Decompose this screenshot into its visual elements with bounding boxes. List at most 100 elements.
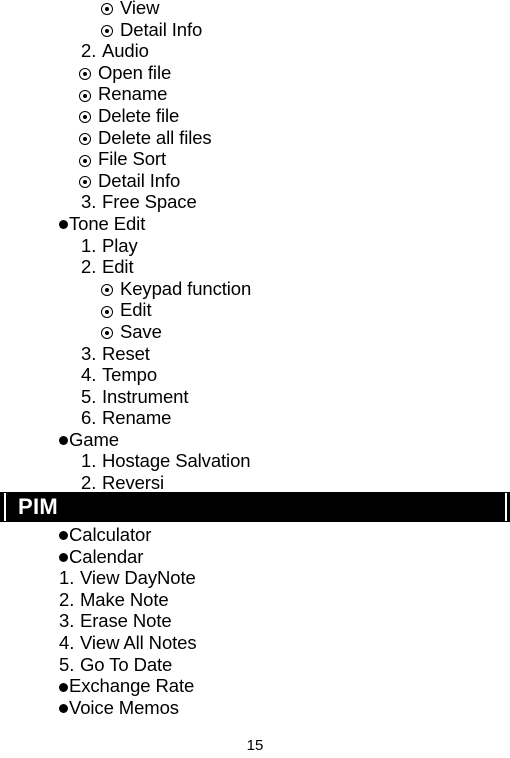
circled-dot-icon <box>101 305 113 318</box>
menu-list-upper: View Detail Info 2. Audio Open file Rename Del… <box>0 0 510 494</box>
menu-item-label: Audio <box>102 40 149 62</box>
menu-item-label: Edit <box>120 299 152 321</box>
menu-list-pim: Calculator Calendar 1. View DayNote 2. Make N… <box>0 524 510 718</box>
menu-item-label: Delete file <box>98 104 180 126</box>
circled-dot-icon <box>101 25 113 38</box>
menu-item-label: Voice Memos <box>69 696 179 718</box>
menu-item: 5. Instrument <box>0 386 510 408</box>
menu-item-label: Tempo <box>102 364 158 386</box>
menu-item: 2. Edit <box>0 256 510 278</box>
menu-item-number: 5. <box>59 653 75 675</box>
menu-item: Open file <box>0 62 510 84</box>
menu-item-label: Exchange Rate <box>69 675 195 697</box>
menu-item-label: View DayNote <box>80 567 196 589</box>
menu-item-number: 1. <box>81 450 97 472</box>
menu-item-label: Reset <box>102 342 150 364</box>
menu-item: 1. Hostage Salvation <box>0 450 510 472</box>
menu-item: 4. Tempo <box>0 364 510 386</box>
circled-dot-icon <box>101 327 113 340</box>
menu-item: 3. Erase Note <box>0 610 510 632</box>
menu-item-label: Rename <box>98 83 168 105</box>
menu-item-number: 3. <box>81 342 97 364</box>
menu-item: Delete all files <box>0 127 510 149</box>
menu-item-label: Calendar <box>69 545 144 567</box>
menu-item: 5. Go To Date <box>0 654 510 676</box>
menu-item-label: Game <box>69 428 119 450</box>
menu-item-label: Open file <box>98 61 172 83</box>
menu-item-number: 2. <box>81 256 97 278</box>
menu-item-label: View All Notes <box>80 631 197 653</box>
menu-item-label: Edit <box>102 256 134 278</box>
menu-item: Game <box>0 429 510 451</box>
menu-item: Rename <box>0 83 510 105</box>
menu-item: File Sort <box>0 148 510 170</box>
circled-dot-icon <box>79 111 91 124</box>
menu-item-label: View <box>120 0 160 18</box>
section-header-pim: PIM <box>0 492 510 522</box>
manual-page: View Detail Info 2. Audio Open file Rename Del… <box>0 0 510 758</box>
circled-dot-icon <box>79 68 91 81</box>
menu-item: Voice Memos <box>0 697 510 719</box>
menu-item-number: 1. <box>59 567 75 589</box>
menu-item: 2. Audio <box>0 40 510 62</box>
menu-item: Edit <box>0 299 510 321</box>
filled-disc-icon <box>59 553 68 563</box>
menu-item: Delete file <box>0 105 510 127</box>
section-bar-left-accent <box>4 493 6 521</box>
menu-item-label: Make Note <box>80 588 169 610</box>
menu-item-label: Tone Edit <box>69 212 146 234</box>
menu-item: Keypad function <box>0 278 510 300</box>
section-bar-right-accent <box>505 493 507 521</box>
menu-item-number: 6. <box>81 407 97 429</box>
menu-item-label: Detail Info <box>120 18 203 40</box>
menu-item: Detail Info <box>0 170 510 192</box>
menu-item-label: Free Space <box>102 191 197 213</box>
menu-item-label: Erase Note <box>80 610 172 632</box>
menu-item: 3. Free Space <box>0 191 510 213</box>
menu-item-label: Keypad function <box>120 277 252 299</box>
menu-item: Calendar <box>0 546 510 568</box>
menu-item: 6. Rename <box>0 407 510 429</box>
menu-item-number: 5. <box>81 385 97 407</box>
filled-disc-icon <box>59 436 68 446</box>
menu-item-label: Save <box>120 320 162 342</box>
circled-dot-icon <box>101 284 113 297</box>
circled-dot-icon <box>79 154 91 167</box>
filled-disc-icon <box>59 704 68 714</box>
menu-item-number: 1. <box>81 234 97 256</box>
filled-disc-icon <box>59 220 68 230</box>
menu-item-label: Hostage Salvation <box>102 450 251 472</box>
circled-dot-icon <box>79 133 91 146</box>
menu-item-label: Calculator <box>69 524 152 545</box>
menu-item-label: Play <box>102 234 138 256</box>
menu-item: Save <box>0 321 510 343</box>
menu-item: 2. Make Note <box>0 589 510 611</box>
menu-item-number: 3. <box>59 610 75 632</box>
menu-item-number: 3. <box>81 191 97 213</box>
menu-item-number: 2. <box>81 472 97 494</box>
menu-item: 1. View DayNote <box>0 567 510 589</box>
circled-dot-icon <box>101 3 113 16</box>
menu-item-label: Rename <box>102 407 172 429</box>
filled-disc-icon <box>59 531 68 541</box>
menu-item: 1. Play <box>0 235 510 257</box>
section-title: PIM <box>18 494 59 519</box>
circled-dot-icon <box>79 176 91 189</box>
menu-item: Exchange Rate <box>0 675 510 697</box>
menu-item-label: Instrument <box>102 385 189 407</box>
menu-item: Tone Edit <box>0 213 510 235</box>
menu-item: Detail Info <box>0 19 510 41</box>
menu-item: 4. View All Notes <box>0 632 510 654</box>
menu-item-label: Delete all files <box>98 126 212 148</box>
page-number: 15 <box>246 737 264 754</box>
menu-item-number: 2. <box>81 40 97 62</box>
filled-disc-icon <box>59 682 68 692</box>
menu-item: 2. Reversi <box>0 472 510 494</box>
menu-item: Calculator <box>0 524 510 546</box>
menu-item-label: Go To Date <box>80 653 173 675</box>
menu-item: 3. Reset <box>0 343 510 365</box>
circled-dot-icon <box>79 89 91 102</box>
menu-item-number: 4. <box>59 631 75 653</box>
menu-item-label: File Sort <box>98 148 166 170</box>
menu-item-label: Detail Info <box>98 169 181 191</box>
